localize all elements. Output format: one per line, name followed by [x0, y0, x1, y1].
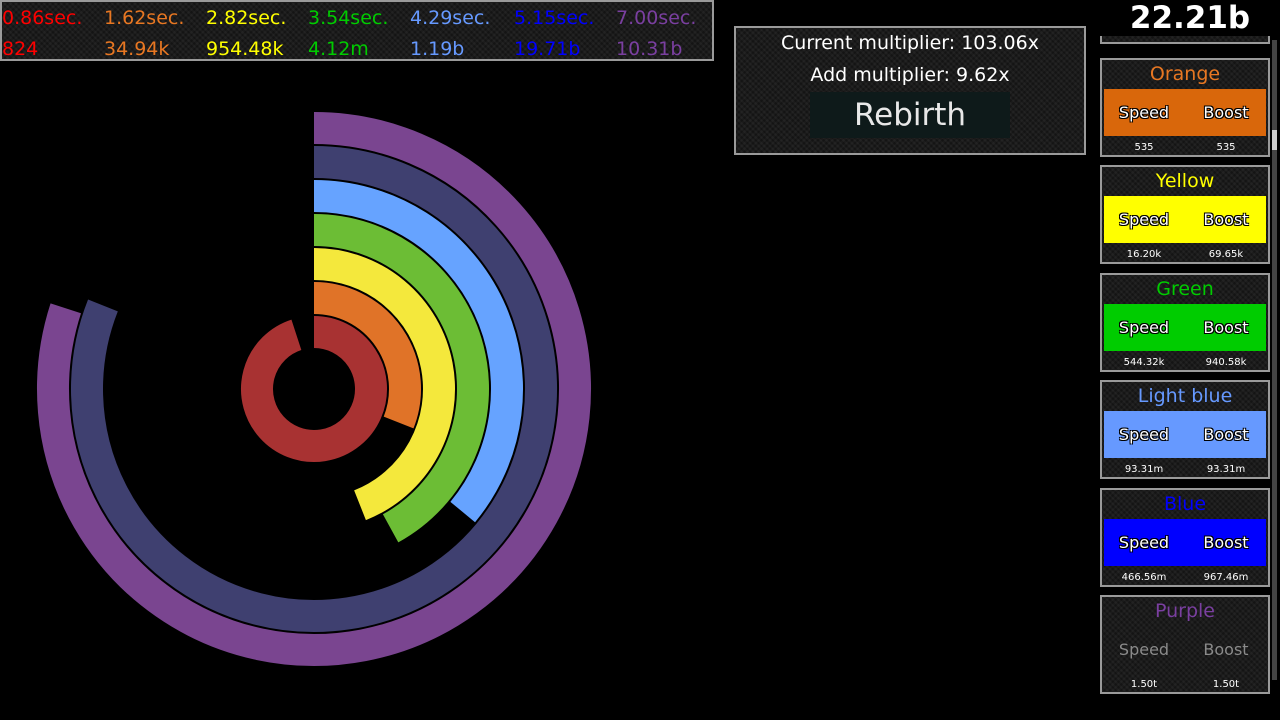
rebirth-panel: Current multiplier: 103.06x Add multipli…	[734, 26, 1086, 155]
boost-cost: 967.46m	[1203, 571, 1249, 583]
upgrade-band: Speed Boost	[1104, 89, 1266, 136]
boost-cost: 535	[1216, 142, 1236, 153]
stats-bar: 0.86sec. 1.62sec. 2.82sec. 3.54sec. 4.29…	[0, 0, 714, 61]
progress-rings	[37, 112, 591, 666]
speed-cost: 544.32k	[1123, 356, 1165, 368]
blue-amount: 19.71b	[514, 38, 581, 60]
speed-cost: 535	[1134, 142, 1154, 153]
upgrade-card-light-blue: Light blue Speed Boost 93.31m 93.31m	[1100, 380, 1270, 480]
add-multiplier: Add multiplier: 9.62x	[810, 64, 1010, 86]
yellow-time: 2.82sec.	[206, 7, 287, 29]
upgrade-band: Speed Boost	[1104, 626, 1266, 673]
red-amount: 824	[2, 38, 39, 60]
green-amount: 4.12m	[308, 38, 369, 60]
upgrade-band: Speed Boost	[1104, 518, 1266, 566]
speed-button[interactable]: Speed	[1104, 196, 1184, 243]
speed-button[interactable]: Speed	[1104, 519, 1184, 566]
upgrade-list[interactable]: 22 31 OrangeSpeedBoost535535YellowSpeedB…	[1100, 36, 1270, 720]
boost-cost: 69.65k	[1208, 249, 1244, 261]
upgrade-card-yellow: Yellow Speed Boost 16.20k 69.65k	[1100, 165, 1270, 265]
boost-button[interactable]: Boost	[1186, 89, 1266, 136]
light-blue-amount: 1.19b	[410, 38, 465, 60]
boost-button[interactable]: Boost	[1186, 304, 1266, 351]
rebirth-button[interactable]: Rebirth	[810, 92, 1010, 138]
upgrade-scrollbar[interactable]	[1272, 40, 1277, 680]
upgrade-title: Light blue	[1137, 385, 1233, 408]
upgrade-title: Yellow	[1155, 170, 1215, 193]
current-multiplier: Current multiplier: 103.06x	[781, 32, 1039, 54]
orange-time: 1.62sec.	[104, 7, 185, 29]
speed-button[interactable]: Speed	[1104, 89, 1184, 136]
upgrade-band: Speed Boost	[1104, 196, 1266, 244]
boost-button[interactable]: Boost	[1186, 196, 1266, 243]
light-blue-time: 4.29sec.	[410, 7, 491, 29]
upgrade-band: Speed Boost	[1104, 303, 1266, 351]
speed-button[interactable]: Speed	[1104, 304, 1184, 351]
speed-cost: 1.50t	[1130, 679, 1158, 690]
red-time: 0.86sec.	[2, 7, 83, 29]
boost-button[interactable]: Boost	[1186, 411, 1266, 458]
speed-button[interactable]: Speed	[1104, 411, 1184, 458]
purple-time: 7.00sec.	[616, 7, 697, 29]
upgrade-band: Speed Boost	[1104, 411, 1266, 459]
boost-cost: 940.58k	[1205, 356, 1247, 368]
money-counter: 22.21b	[1129, 0, 1251, 36]
boost-cost: 93.31m	[1206, 464, 1246, 476]
ring-red	[241, 316, 387, 462]
boost-button[interactable]: Boost	[1186, 519, 1266, 566]
upgrade-title: Purple	[1154, 600, 1215, 622]
boost-cost: 1.50t	[1212, 679, 1240, 690]
purple-amount: 10.31b	[616, 38, 683, 60]
upgrade-card-purple: Purple Speed Boost 1.50t 1.50t	[1100, 595, 1270, 694]
yellow-amount: 954.48k	[206, 38, 284, 60]
speed-cost: 16.20k	[1126, 249, 1162, 261]
orange-amount: 34.94k	[104, 38, 170, 60]
partial-upgrade-card: 22 31	[1100, 36, 1270, 44]
speed-button[interactable]: Speed	[1104, 626, 1184, 673]
boost-button[interactable]: Boost	[1186, 626, 1266, 673]
blue-time: 5.15sec.	[514, 7, 595, 29]
green-time: 3.54sec.	[308, 7, 389, 29]
upgrade-card-blue: Blue Speed Boost 466.56m 967.46m	[1100, 487, 1270, 587]
scroll-thumb[interactable]	[1272, 130, 1277, 150]
upgrade-title: Green	[1156, 277, 1214, 300]
speed-cost: 93.31m	[1124, 464, 1164, 476]
upgrade-title: Blue	[1163, 492, 1207, 515]
speed-cost: 466.56m	[1121, 571, 1167, 583]
upgrade-card-green: Green Speed Boost 544.32k 940.58k	[1100, 272, 1270, 372]
upgrade-title: Orange	[1149, 63, 1221, 85]
upgrade-card-orange: Orange Speed Boost 535 535	[1100, 58, 1270, 157]
